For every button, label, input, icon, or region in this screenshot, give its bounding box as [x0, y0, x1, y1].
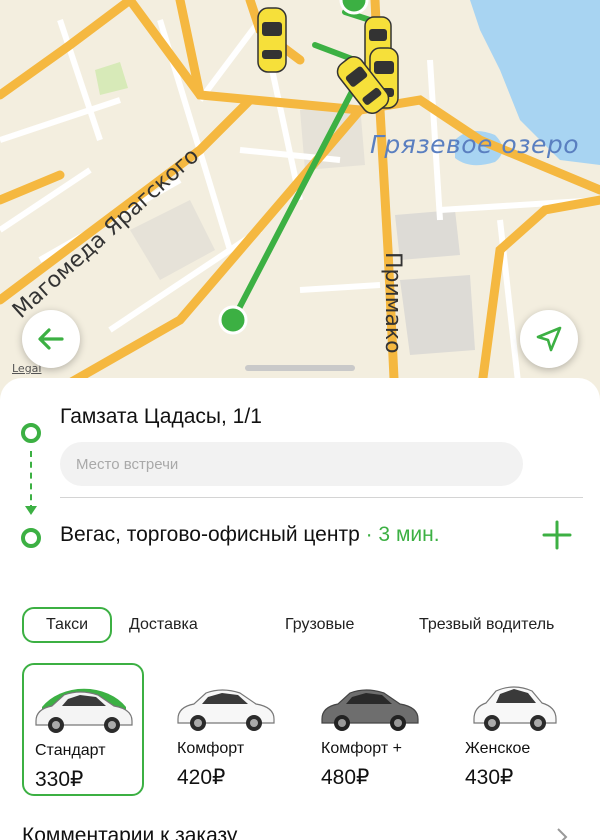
order-comments-link[interactable]: Комментарии к заказу	[22, 824, 237, 840]
route-marker-b	[218, 305, 248, 335]
origin-dot	[21, 423, 41, 443]
plus-icon[interactable]	[540, 518, 574, 552]
chevron-right-icon	[557, 828, 568, 840]
tab-delivery[interactable]: Доставка	[129, 607, 198, 643]
street-label: Примако	[380, 252, 405, 354]
tariff-name: Комфорт +	[321, 740, 402, 757]
map-canvas[interactable]	[0, 0, 600, 400]
meeting-point-input[interactable]	[60, 442, 523, 486]
car-icon	[321, 689, 419, 731]
navigation-arrow-icon	[536, 326, 562, 352]
destination-dot	[21, 528, 41, 548]
tariff-card-comfort[interactable]: Комфорт 420₽	[166, 663, 288, 796]
eta-label: · 3 мин.	[359, 523, 440, 546]
destination-address[interactable]: Вегас, торгово-офисный центр · 3 мин.	[60, 523, 440, 547]
tab-cargo[interactable]: Грузовые	[285, 607, 354, 643]
sheet-drag-handle[interactable]	[245, 365, 355, 371]
car-icon	[35, 688, 133, 733]
tab-sober-driver[interactable]: Трезвый водитель	[419, 607, 554, 643]
route-connector	[30, 451, 32, 511]
tariff-price: 480₽	[321, 766, 370, 789]
tariff-name: Женское	[465, 740, 531, 757]
divider	[60, 497, 583, 498]
tariff-price: 430₽	[465, 766, 514, 789]
service-tabs: Такси	[22, 607, 113, 643]
map-view[interactable]: Грязевое озеро Магомеда Ярагского Примак…	[0, 0, 600, 400]
car-icon	[177, 689, 275, 731]
tariff-name: Комфорт	[177, 740, 245, 757]
tab-taxi[interactable]: Такси	[22, 607, 113, 643]
route-arrow-icon	[25, 506, 37, 515]
destination-label: Вегас, торгово-офисный центр	[60, 523, 360, 546]
back-button[interactable]	[22, 310, 80, 368]
origin-address[interactable]: Гамзата Цадасы, 1/1	[60, 405, 262, 429]
tariff-card-women[interactable]: Женское 430₽	[454, 663, 576, 796]
tariff-card-standard[interactable]: Стандарт 330₽	[22, 663, 144, 796]
tariff-price: 420₽	[177, 766, 226, 789]
lake-label: Грязевое озеро	[370, 130, 580, 159]
locate-button[interactable]	[520, 310, 578, 368]
arrow-left-icon	[38, 328, 64, 350]
tariff-price: 330₽	[35, 768, 84, 791]
tariff-name: Стандарт	[35, 742, 106, 759]
tariff-card-comfort-plus[interactable]: Комфорт + 480₽	[310, 663, 432, 796]
car-icon	[473, 686, 557, 731]
